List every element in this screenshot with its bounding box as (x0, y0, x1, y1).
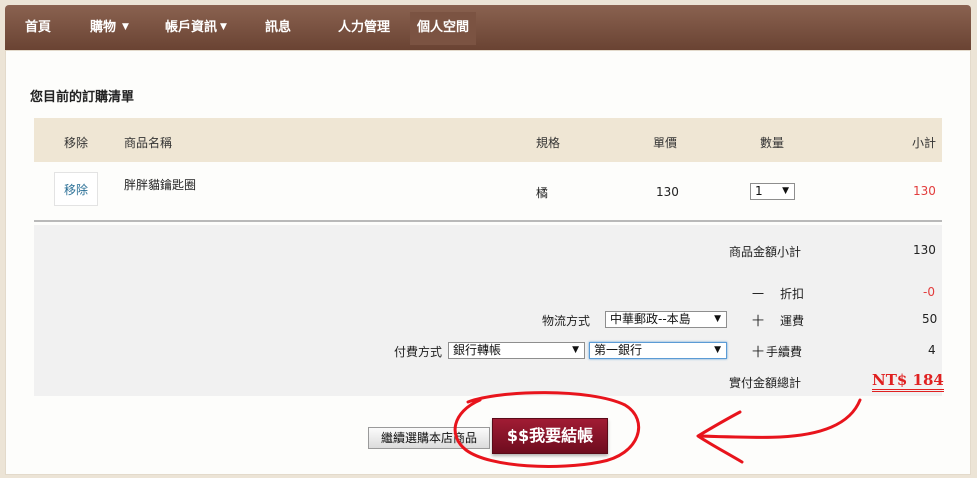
chevron-down-icon: ▼ (782, 186, 789, 196)
header-price: 單價 (653, 136, 678, 150)
header-spec: 規格 (536, 136, 561, 150)
chevron-down-icon: ▼ (714, 314, 721, 324)
header-product-name: 商品名稱 (124, 136, 173, 150)
fee-value: 4 (928, 343, 936, 357)
payment-label: 付費方式 (394, 345, 443, 359)
shipping-sign: 十 (752, 314, 765, 328)
discount-label: 折扣 (780, 287, 805, 301)
chevron-down-icon: ▼ (220, 22, 227, 32)
bank-select[interactable]: 第一銀行 ▼ (589, 342, 727, 359)
fee-label: 手續費 (766, 345, 803, 359)
nav-personal-space[interactable]: 個人空間 (417, 16, 469, 35)
logistics-select[interactable]: 中華郵政--本島 ▼ (605, 311, 727, 328)
product-name: 胖胖貓鑰匙圈 (124, 178, 197, 192)
discount-value: -0 (923, 285, 935, 299)
payment-method-select[interactable]: 銀行轉帳 ▼ (448, 342, 585, 359)
nav-messages[interactable]: 訊息 (265, 16, 291, 35)
header-subtotal: 小計 (912, 136, 937, 150)
divider (34, 220, 942, 222)
page-title: 您目前的訂購清單 (30, 90, 135, 105)
product-spec: 橘 (536, 186, 549, 200)
chevron-down-icon: ▼ (572, 345, 579, 355)
shipping-label: 運費 (780, 314, 805, 328)
continue-shopping-button[interactable]: 繼續選購本店商品 (368, 427, 490, 449)
header-remove: 移除 (64, 136, 89, 150)
item-subtotal: 130 (913, 184, 936, 198)
goods-subtotal-value: 130 (913, 243, 936, 257)
nav-home[interactable]: 首頁 (25, 16, 51, 35)
goods-subtotal-label: 商品金額小計 (729, 245, 802, 259)
shipping-value: 50 (922, 312, 938, 326)
product-price: 130 (656, 185, 679, 199)
fee-sign: 十 (752, 345, 765, 359)
nav-hr-management[interactable]: 人力管理 (338, 16, 390, 35)
chevron-down-icon: ▼ (122, 22, 129, 32)
discount-sign: 一 (752, 287, 765, 301)
total-label: 實付金額總計 (729, 376, 802, 390)
top-nav (5, 5, 971, 50)
nav-shopping[interactable]: 購物 ▼ (90, 16, 129, 35)
total-amount: NT$ 184 (872, 371, 944, 392)
header-quantity: 數量 (760, 136, 785, 150)
remove-item-button[interactable]: 移除 (54, 172, 98, 206)
chevron-down-icon: ▼ (714, 345, 721, 355)
checkout-button[interactable]: $$我要結帳 (492, 418, 608, 454)
logistics-label: 物流方式 (542, 314, 591, 328)
nav-account-info[interactable]: 帳戶資訊 ▼ (165, 16, 227, 35)
order-summary (34, 225, 942, 396)
quantity-select[interactable]: 1 ▼ (750, 183, 795, 200)
